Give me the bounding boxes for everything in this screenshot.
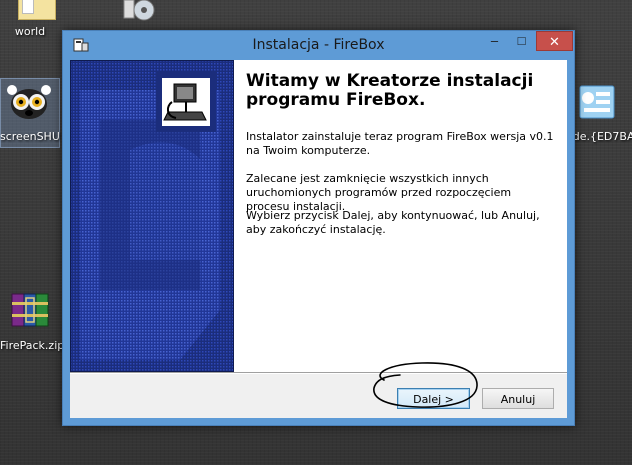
button-area-divider-highlight (70, 373, 567, 374)
hand-drawn-circle-annotation (373, 362, 478, 408)
lemur-icon (7, 85, 51, 119)
desktop-icon-label: world (14, 25, 46, 38)
wizard-paragraph-3: Wybierz przycisk Dalej, aby kontynuować,… (246, 209, 540, 236)
wizard-header-icon (156, 72, 216, 132)
desktop-icon-firepack[interactable]: FirePack.zip (0, 292, 65, 356)
desktop-icon-screenshu[interactable]: screenSHU (0, 82, 60, 146)
desktop-icon-label: FirePack.zip (0, 339, 65, 352)
desktop-icon-label: ode.{ED7BA (566, 130, 632, 143)
close-button[interactable]: ✕ (536, 31, 573, 51)
control-panel-icon (579, 85, 615, 119)
disc-setup-icon (123, 0, 155, 21)
title-bar[interactable]: Instalacja - FireBox – □ ✕ (63, 31, 574, 59)
desktop-icon-label: screenSHU (0, 130, 60, 143)
maximize-button[interactable]: □ (508, 31, 535, 51)
winrar-archive-icon (11, 293, 49, 327)
folder-icon (18, 0, 58, 20)
wizard-paragraph-1: Instalator zainstaluje teraz program Fir… (246, 130, 554, 157)
desktop-icon-world[interactable]: world (8, 0, 56, 40)
minimize-button[interactable]: – (481, 31, 508, 51)
wizard-client-area: Witamy w Kreatorze instalacji programu F… (70, 60, 567, 418)
wizard-content-panel: Witamy w Kreatorze instalacji programu F… (156, 60, 567, 372)
desktop-icon-control-panel[interactable]: ode.{ED7BA (566, 84, 632, 146)
installer-window: Instalacja - FireBox – □ ✕ Witamy w Krea… (62, 30, 575, 426)
wizard-heading: Witamy w Kreatorze instalacji programu F… (246, 71, 534, 110)
desktop-icon-setup[interactable] (122, 0, 158, 22)
wizard-paragraph-2: Zalecane jest zamknięcie wszystkich inny… (246, 172, 512, 213)
cancel-button[interactable]: Anuluj (482, 388, 554, 409)
computer-setup-icon (158, 74, 214, 130)
